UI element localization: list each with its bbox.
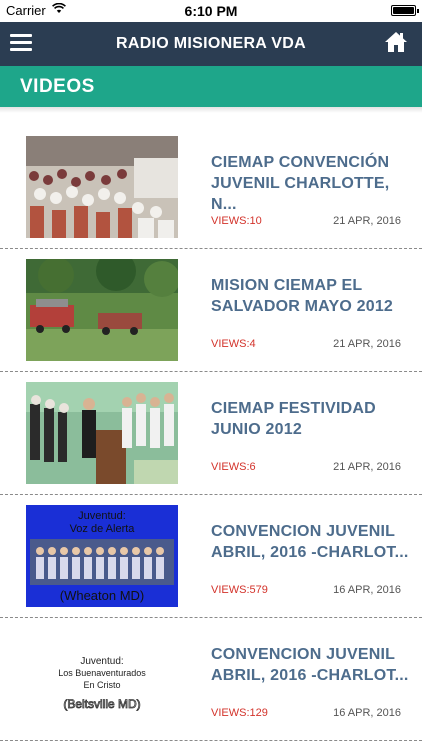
svg-text:En Cristo: En Cristo — [83, 680, 120, 690]
video-thumbnail[interactable]: Juventud: Voz de Alerta (Wheaton MD) — [26, 505, 178, 607]
video-item[interactable]: CIEMAP FESTIVIDAD JUNIO 2012 VIEWS:6 21 … — [0, 372, 422, 495]
svg-text:Juventud:: Juventud: — [78, 510, 126, 522]
video-date: 21 APR, 2016 — [333, 215, 401, 227]
video-title[interactable]: CONVENCION JUVENIL ABRIL, 2016 -CHARLOT.… — [211, 644, 409, 686]
section-header: VIDEOS — [0, 66, 422, 107]
view-count: VIEWS:4 — [211, 338, 256, 350]
section-shadow — [0, 107, 422, 113]
svg-text:Juventud:: Juventud: — [80, 656, 123, 667]
svg-text:Los Buenaventurados: Los Buenaventurados — [58, 668, 146, 678]
video-date: 21 APR, 2016 — [333, 461, 401, 473]
video-title[interactable]: CIEMAP FESTIVIDAD JUNIO 2012 — [211, 398, 409, 440]
video-date: 16 APR, 2016 — [333, 707, 401, 719]
video-item[interactable]: Juventud: Los Buenaventurados En Cristo … — [0, 618, 422, 741]
svg-text:Voz de Alerta: Voz de Alerta — [70, 523, 136, 535]
section-title: VIDEOS — [20, 76, 95, 97]
svg-text:(Beltsville MD): (Beltsville MD) — [63, 697, 140, 711]
video-thumbnail[interactable]: Juventud: Los Buenaventurados En Cristo … — [26, 628, 178, 730]
video-date: 21 APR, 2016 — [333, 338, 401, 350]
video-thumbnail[interactable] — [26, 136, 178, 238]
app-title: RADIO MISIONERA VDA — [115, 35, 306, 52]
video-item[interactable]: Juventud: Voz de Alerta (Wheaton MD) CON… — [0, 495, 422, 618]
video-item[interactable]: CIEMAP CONVENCIÓN JUVENIL CHARLOTTE, N..… — [0, 126, 422, 249]
video-title[interactable]: MISION CIEMAP EL SALVADOR MAYO 2012 — [211, 275, 409, 317]
status-bar: Carrier 6:10 PM — [0, 0, 422, 22]
video-thumbnail[interactable] — [26, 259, 178, 361]
video-item[interactable]: MISION CIEMAP EL SALVADOR MAYO 2012 VIEW… — [0, 249, 422, 372]
status-time: 6:10 PM — [184, 3, 238, 19]
video-title[interactable]: CIEMAP CONVENCIÓN JUVENIL CHARLOTTE, N..… — [211, 152, 409, 215]
view-count: VIEWS:10 — [211, 215, 262, 227]
view-count: VIEWS:579 — [211, 584, 268, 596]
nav-bar: RADIO MISIONERA VDA — [0, 22, 422, 66]
svg-text:(Wheaton MD): (Wheaton MD) — [60, 588, 145, 603]
video-list: CIEMAP CONVENCIÓN JUVENIL CHARLOTTE, N..… — [0, 126, 422, 741]
video-title[interactable]: CONVENCION JUVENIL ABRIL, 2016 -CHARLOT.… — [211, 521, 409, 563]
view-count: VIEWS:6 — [211, 461, 256, 473]
video-thumbnail[interactable] — [26, 382, 178, 484]
video-date: 16 APR, 2016 — [333, 584, 401, 596]
battery-icon — [391, 5, 419, 16]
view-count: VIEWS:129 — [211, 707, 268, 719]
home-icon[interactable] — [384, 30, 408, 54]
